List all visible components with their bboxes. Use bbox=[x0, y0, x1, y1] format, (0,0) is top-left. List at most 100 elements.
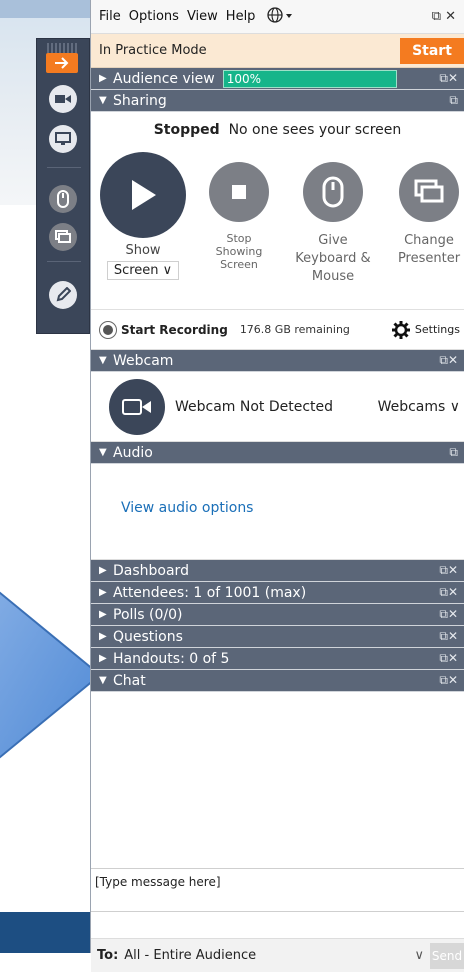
popout-icon[interactable]: ⧉✕ bbox=[439, 563, 458, 578]
show-screen-control[interactable]: Show Screen ∨ bbox=[95, 152, 191, 280]
popout-icon[interactable]: ⧉✕ bbox=[439, 585, 458, 600]
collapsed-triangle-icon: ▶ bbox=[99, 631, 107, 642]
toolbar-webcam-button[interactable] bbox=[45, 83, 81, 115]
menu-file[interactable]: File bbox=[99, 9, 121, 24]
menu-help[interactable]: Help bbox=[226, 9, 256, 24]
recording-settings-button[interactable]: Settings bbox=[391, 320, 460, 340]
pencil-icon bbox=[56, 287, 71, 302]
stop-label-line: Showing bbox=[215, 245, 263, 258]
mouse-icon bbox=[322, 176, 344, 208]
give-label-line: Mouse bbox=[311, 269, 355, 284]
menu-options[interactable]: Options bbox=[129, 9, 179, 24]
control-panel: File Options View Help ⧉ ✕ In Practice M… bbox=[90, 0, 464, 972]
collapsed-triangle-icon: ▶ bbox=[99, 609, 107, 620]
section-polls[interactable]: ▶ Polls (0/0) ⧉✕ bbox=[91, 604, 464, 626]
webcam-toggle-button[interactable] bbox=[109, 378, 165, 435]
section-title: Sharing bbox=[113, 92, 167, 109]
chat-input-spacer bbox=[91, 912, 464, 938]
give-label-line: Keyboard & bbox=[295, 251, 371, 266]
view-audio-options-link[interactable]: View audio options bbox=[121, 500, 253, 516]
section-sharing[interactable]: ▼ Sharing ⧉ bbox=[91, 90, 464, 112]
mouse-icon bbox=[57, 190, 69, 208]
side-toolbar[interactable] bbox=[36, 38, 90, 334]
change-presenter-control[interactable]: Change Presenter bbox=[381, 152, 464, 268]
section-audience-view[interactable]: ▶ Audience view 100% ⧉✕ bbox=[91, 68, 464, 90]
popout-icon[interactable]: ⧉✕ bbox=[439, 629, 458, 644]
restore-window-icon[interactable]: ⧉ ✕ bbox=[432, 9, 456, 24]
section-title: Handouts: 0 of 5 bbox=[113, 650, 230, 667]
section-audio[interactable]: ▼ Audio ⧉ bbox=[91, 442, 464, 464]
popout-icon[interactable]: ⧉✕ bbox=[439, 353, 458, 368]
section-title: Dashboard bbox=[113, 562, 189, 579]
toolbar-divider bbox=[47, 167, 81, 168]
screen-dropdown[interactable]: Screen ∨ bbox=[106, 261, 180, 280]
chevron-down-icon: ∨ bbox=[162, 263, 173, 278]
expanded-triangle-icon: ▼ bbox=[99, 355, 107, 366]
send-button[interactable]: Send bbox=[430, 942, 464, 969]
globe-icon bbox=[267, 6, 293, 23]
expanded-triangle-icon: ▼ bbox=[99, 95, 107, 106]
give-mouse-button[interactable] bbox=[303, 162, 363, 222]
practice-mode-text: In Practice Mode bbox=[99, 43, 207, 58]
toolbar-draw-button[interactable] bbox=[45, 279, 81, 311]
recording-remaining: 176.8 GB remaining bbox=[239, 323, 350, 336]
section-title: Audio bbox=[113, 444, 153, 461]
section-title: Webcam bbox=[113, 352, 174, 369]
section-webcam[interactable]: ▼ Webcam ⧉✕ bbox=[91, 350, 464, 372]
section-attendees[interactable]: ▶ Attendees: 1 of 1001 (max) ⧉✕ bbox=[91, 582, 464, 604]
webcam-status: Webcam Not Detected bbox=[175, 398, 334, 415]
blue-arrow-shape bbox=[0, 591, 100, 759]
sharing-status: Stopped No one sees your screen bbox=[91, 122, 464, 138]
collapsed-triangle-icon: ▶ bbox=[99, 73, 107, 84]
chat-recipient-row: To: All - Entire Audience ∨ Send bbox=[91, 938, 464, 972]
change-presenter-icon bbox=[414, 179, 444, 203]
menu-view[interactable]: View bbox=[187, 9, 218, 24]
popout-icon[interactable]: ⧉ bbox=[449, 445, 458, 460]
section-chat[interactable]: ▼ Chat ⧉✕ bbox=[91, 670, 464, 692]
popout-icon[interactable]: ⧉ bbox=[449, 93, 458, 108]
collapsed-triangle-icon: ▶ bbox=[99, 653, 107, 664]
popout-icon[interactable]: ⧉✕ bbox=[439, 673, 458, 688]
change-presenter-button[interactable] bbox=[399, 162, 459, 222]
section-title: Polls (0/0) bbox=[113, 606, 183, 623]
section-title: Attendees: 1 of 1001 (max) bbox=[113, 584, 307, 601]
toolbar-presenter-button[interactable] bbox=[45, 221, 81, 253]
chevron-down-icon[interactable]: ∨ bbox=[414, 948, 424, 963]
toolbar-screen-button[interactable] bbox=[45, 123, 81, 155]
stop-button[interactable] bbox=[209, 162, 269, 222]
record-icon[interactable] bbox=[99, 320, 117, 339]
language-globe-button[interactable] bbox=[267, 6, 293, 27]
change-label-line: Change bbox=[404, 233, 454, 248]
stop-showing-control[interactable]: Stop Showing Screen bbox=[191, 152, 287, 271]
section-questions[interactable]: ▶ Questions ⧉✕ bbox=[91, 626, 464, 648]
chat-log[interactable] bbox=[91, 692, 464, 868]
play-button[interactable] bbox=[100, 152, 186, 238]
popout-icon[interactable]: ⧉✕ bbox=[439, 71, 458, 86]
show-label: Show bbox=[125, 243, 161, 258]
chevron-down-icon: ∨ bbox=[449, 398, 460, 415]
section-title: Questions bbox=[113, 628, 183, 645]
chat-message-input[interactable]: [Type message here] bbox=[91, 868, 464, 912]
collapse-arrow-button[interactable] bbox=[46, 53, 78, 73]
audio-pane: View audio options bbox=[91, 464, 464, 560]
toolbar-mouse-button[interactable] bbox=[45, 183, 81, 215]
webcams-dropdown[interactable]: Webcams ∨ bbox=[378, 399, 460, 415]
start-recording-button[interactable]: Start Recording bbox=[121, 323, 228, 337]
stop-icon bbox=[232, 185, 246, 199]
section-dashboard[interactable]: ▶ Dashboard ⧉✕ bbox=[91, 560, 464, 582]
popout-icon[interactable]: ⧉✕ bbox=[439, 607, 458, 622]
recipient-dropdown-value[interactable]: All - Entire Audience bbox=[124, 948, 256, 963]
expanded-triangle-icon: ▼ bbox=[99, 675, 107, 686]
webcam-pane: Webcam Not Detected Webcams ∨ bbox=[91, 372, 464, 442]
give-keyboard-control[interactable]: Give Keyboard & Mouse bbox=[285, 152, 381, 286]
section-handouts[interactable]: ▶ Handouts: 0 of 5 ⧉✕ bbox=[91, 648, 464, 670]
audience-level-bar: 100% bbox=[222, 69, 397, 88]
camera-icon bbox=[122, 398, 151, 415]
start-button[interactable]: Start bbox=[400, 37, 464, 64]
camera-icon bbox=[55, 95, 71, 103]
slide-bottom-band bbox=[0, 912, 100, 953]
stop-label-line: Stop bbox=[226, 232, 252, 245]
popout-icon[interactable]: ⧉✕ bbox=[439, 651, 458, 666]
change-presenter-icon bbox=[55, 230, 71, 243]
toolbar-grip[interactable] bbox=[47, 43, 79, 53]
